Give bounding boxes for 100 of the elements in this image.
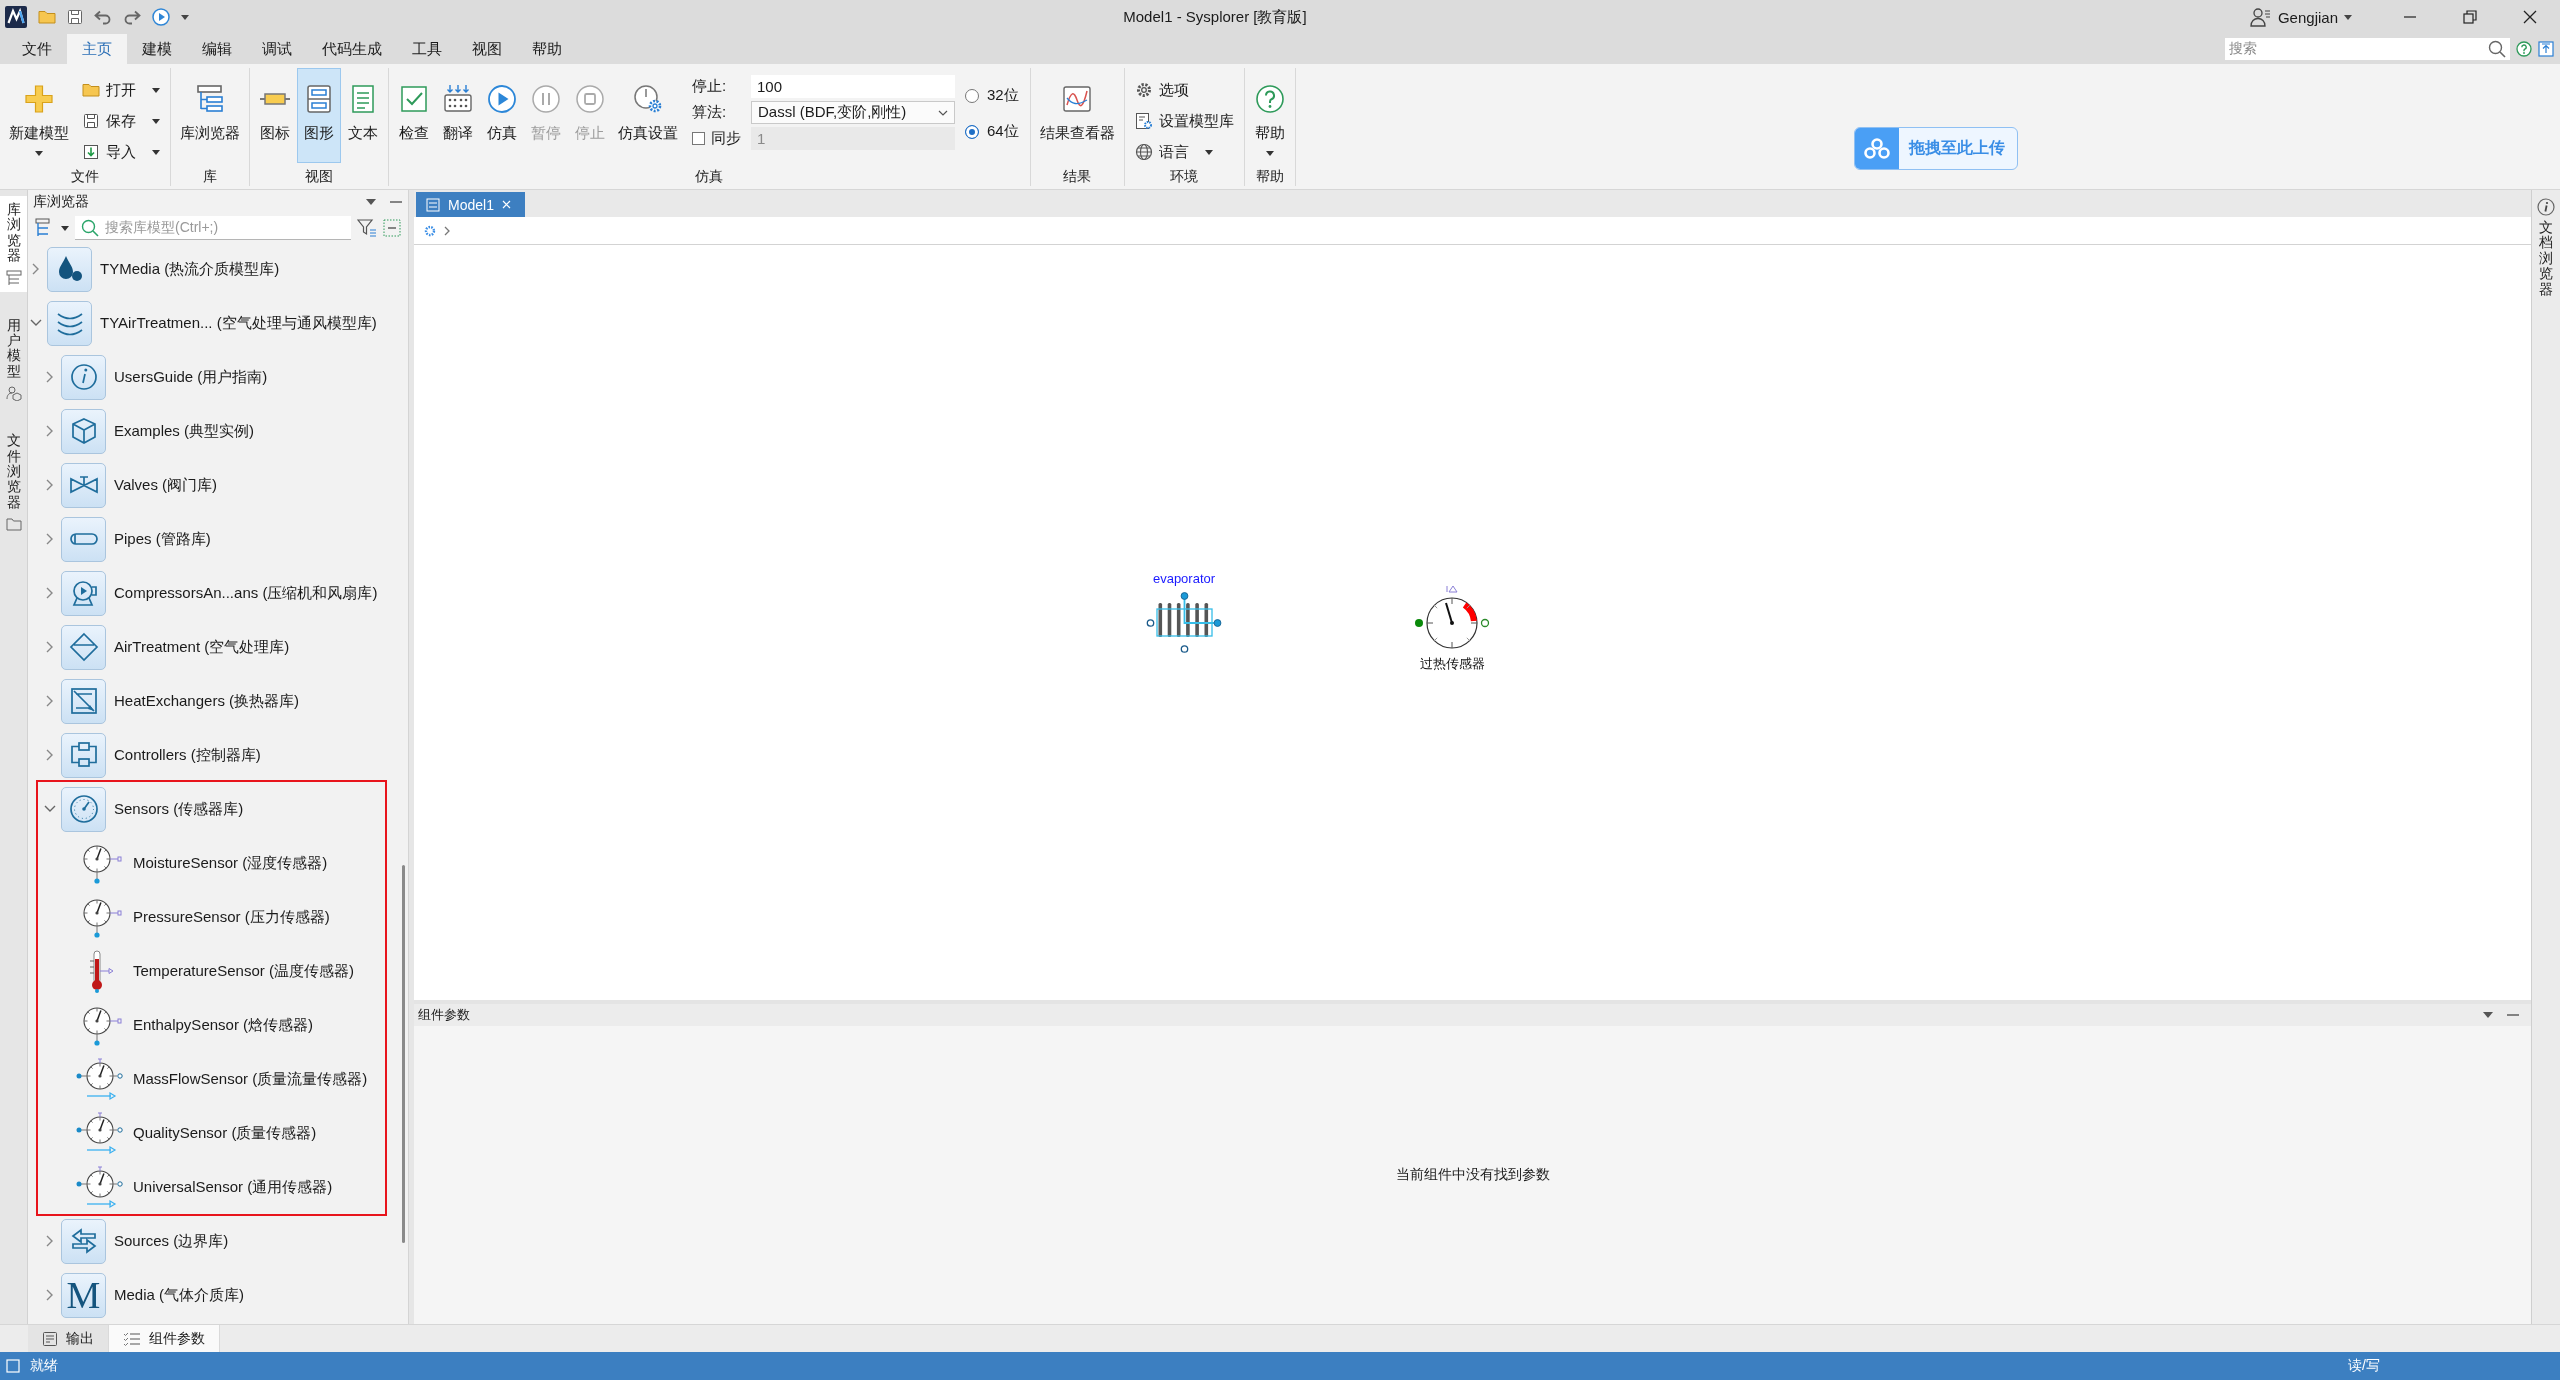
tree-item[interactable]: Sensors (传感器库)	[61, 786, 244, 832]
tree-item[interactable]: Pipes (管路库)	[61, 516, 211, 562]
menu-tab[interactable]: 帮助	[517, 34, 577, 64]
menu-tab[interactable]: 代码生成	[307, 34, 397, 64]
chevron-right-icon[interactable]	[46, 749, 54, 761]
chevron-right-icon[interactable]	[444, 225, 450, 236]
close-icon[interactable]	[501, 200, 511, 209]
check-button[interactable]: 检查	[392, 68, 436, 163]
side-tab[interactable]: 库浏览器	[0, 196, 27, 292]
diagram-view-button[interactable]: 图形	[297, 68, 341, 163]
tree-item[interactable]: TYMedia (热流介质模型库)	[47, 246, 280, 292]
sync-checkbox[interactable]	[692, 132, 705, 145]
chevron-right-icon[interactable]	[46, 1235, 54, 1247]
tree-item[interactable]: HeatExchangers (换热器库)	[61, 678, 300, 724]
library-browser-button[interactable]: 库浏览器	[174, 68, 246, 163]
chevron-down-icon[interactable]	[44, 805, 56, 813]
radio-button[interactable]	[965, 124, 979, 139]
search-field[interactable]: 搜索	[2225, 38, 2510, 60]
document-icon	[42, 1330, 58, 1347]
chevron-down-icon	[938, 109, 948, 116]
stop-time-field[interactable]: 100	[751, 75, 955, 98]
tree-item[interactable]: MoistureSensor (湿度传感器)	[75, 841, 328, 885]
tree-item[interactable]: TemperatureSensor (温度传感器)	[75, 949, 354, 993]
group-label: 结果	[1062, 168, 1093, 186]
tree-item[interactable]: AirTreatment (空气处理库)	[61, 624, 290, 670]
chevron-right-icon[interactable]	[46, 641, 54, 653]
filter-icon[interactable]	[357, 219, 377, 237]
undo-icon[interactable]	[94, 9, 112, 25]
chevron-right-icon[interactable]	[46, 1289, 54, 1301]
menu-tab[interactable]: 调试	[247, 34, 307, 64]
tree-item[interactable]: UsersGuide (用户指南)	[61, 354, 268, 400]
menu-tab[interactable]: 文件	[7, 34, 67, 64]
algorithm-dropdown[interactable]: Dassl (BDF,变阶,刚性)	[751, 101, 955, 124]
letter-tile: M	[61, 1272, 106, 1318]
tree-item[interactable]: TYAirTreatmen... (空气处理与通风模型库)	[47, 300, 377, 346]
tree-item[interactable]: QualitySensor (质量传感器)	[75, 1111, 317, 1155]
text-view-button[interactable]: 文本	[341, 68, 385, 163]
help-icon[interactable]	[2516, 41, 2532, 57]
tree-item[interactable]: EnthalpySensor (焓传感器)	[75, 1003, 314, 1047]
new-model-button[interactable]: 新建模型	[3, 68, 75, 163]
user-menu[interactable]: Gengjian	[2243, 2, 2358, 32]
open-button[interactable]: 打开	[75, 76, 167, 104]
menu-tab[interactable]: 工具	[397, 34, 457, 64]
menu-tab[interactable]: 建模	[127, 34, 187, 64]
tree-item[interactable]: Examples (典型实例)	[61, 408, 255, 454]
caret-down-icon[interactable]	[2483, 1012, 2493, 1018]
chevron-right-icon[interactable]	[46, 533, 54, 545]
document-tab[interactable]: Model1	[416, 192, 525, 217]
menu-tab[interactable]: 主页	[67, 34, 127, 64]
user-cube-icon	[5, 385, 22, 402]
scrollbar[interactable]	[402, 865, 405, 1243]
side-tab[interactable]: 用户模型	[0, 311, 27, 408]
chevron-right-icon[interactable]	[46, 695, 54, 707]
plus-icon	[23, 83, 55, 115]
tree-item[interactable]: M Media (气体介质库)	[61, 1272, 244, 1318]
tree-item[interactable]: Valves (阀门库)	[61, 462, 218, 508]
help-button[interactable]: 帮助	[1247, 68, 1292, 163]
simulate-button[interactable]: 仿真	[480, 68, 524, 163]
caret-down-icon[interactable]	[366, 199, 376, 205]
chevron-right-icon[interactable]	[46, 371, 54, 383]
chevron-right-icon[interactable]	[46, 425, 54, 437]
water-drop-icon	[47, 246, 92, 292]
play-icon[interactable]	[152, 8, 170, 26]
translate-button[interactable]: 翻译	[436, 68, 480, 163]
model-library-settings-button[interactable]: 设置模型库	[1127, 107, 1241, 135]
result-viewer-button[interactable]: 结果查看器	[1033, 68, 1121, 163]
gauge-icon	[75, 1057, 125, 1101]
chevron-right-icon[interactable]	[46, 479, 54, 491]
folder-icon[interactable]	[38, 9, 56, 25]
caret-down-icon	[2344, 14, 2352, 20]
options-button[interactable]: 选项	[1127, 76, 1241, 104]
dock-tab[interactable]: 输出	[28, 1325, 109, 1352]
collapse-icon[interactable]	[383, 219, 401, 237]
language-button[interactable]: 语言	[1127, 138, 1241, 166]
chevron-down-icon[interactable]	[30, 319, 42, 327]
menu-tab[interactable]: 视图	[457, 34, 517, 64]
box-arrow-up-icon[interactable]	[2538, 41, 2554, 57]
redo-icon[interactable]	[123, 9, 141, 25]
tree-item[interactable]: PressureSensor (压力传感器)	[75, 895, 330, 939]
chevron-right-icon[interactable]	[32, 263, 40, 275]
save-button[interactable]: 保存	[75, 107, 167, 135]
gauge-icon	[75, 1111, 125, 1155]
side-tab[interactable]: 文档浏览器	[2532, 198, 2560, 297]
app-logo-icon[interactable]	[5, 6, 27, 28]
chevron-right-icon[interactable]	[46, 587, 54, 599]
tree-item[interactable]: CompressorsAn...ans (压缩机和风扇库)	[61, 570, 378, 616]
simulation-settings-button[interactable]: 仿真设置	[612, 68, 684, 163]
menu-tab[interactable]: 编辑	[187, 34, 247, 64]
icon-view-button[interactable]: 图标	[253, 68, 297, 163]
side-tab[interactable]: 文件浏览器	[0, 427, 27, 539]
tree-item[interactable]: MassFlowSensor (质量流量传感器)	[75, 1057, 368, 1101]
gear-icon[interactable]	[424, 224, 436, 237]
search-icon	[81, 218, 99, 237]
radio-button[interactable]	[965, 88, 979, 103]
dock-tab[interactable]: 组件参数	[109, 1325, 220, 1352]
tree-item[interactable]: Sources (边界库)	[61, 1218, 229, 1264]
block-diagram-icon	[61, 732, 106, 778]
tree-item[interactable]: Controllers (控制器库)	[61, 732, 261, 778]
import-button[interactable]: 导入	[75, 138, 167, 166]
tree-item[interactable]: UniversalSensor (通用传感器)	[75, 1165, 333, 1209]
